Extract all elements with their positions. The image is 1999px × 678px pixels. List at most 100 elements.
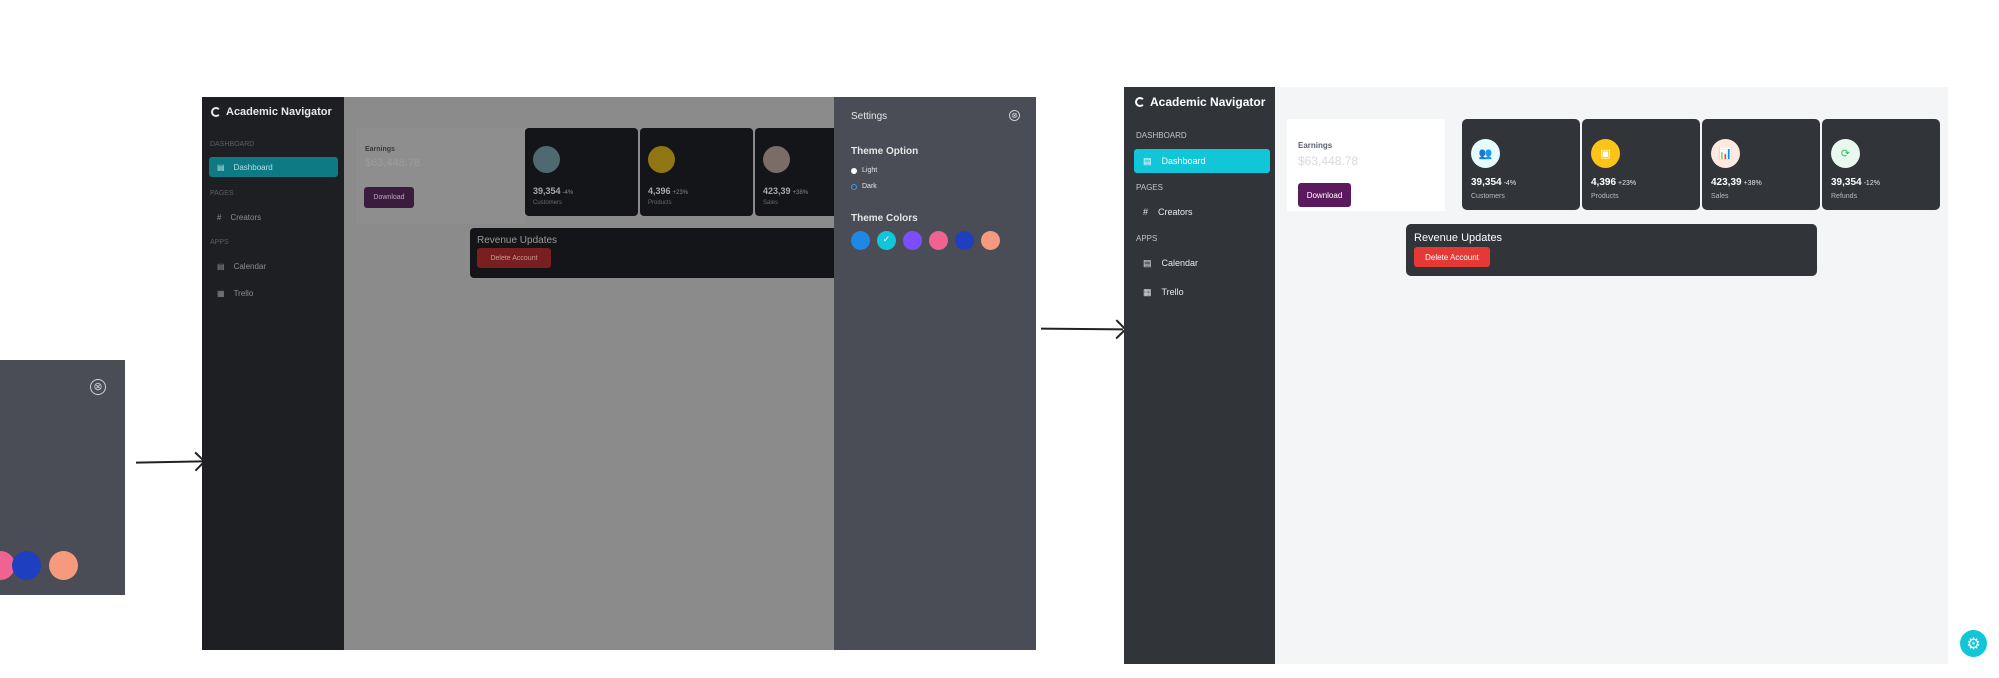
sidebar-item-label: Calendar — [233, 261, 267, 271]
close-icon[interactable]: ⊗ — [1009, 110, 1020, 121]
stat-caption: Products — [1591, 193, 1619, 200]
stat-number: 423,39 — [763, 186, 791, 196]
settings-panel: Settings ⊗ Theme Option Light Dark Theme… — [834, 97, 1036, 650]
stat-change: -4% — [562, 190, 574, 196]
stat-number: 39,354 — [1831, 177, 1862, 188]
logo-icon — [1135, 97, 1145, 107]
sidebar-item-trello[interactable]: ▦ Trello — [1134, 280, 1270, 304]
close-icon[interactable]: ⊗ — [90, 379, 106, 395]
section-pages: PAGES — [1136, 183, 1163, 192]
sidebar-item-dashboard[interactable]: ▤ Dashboard — [209, 157, 338, 177]
stat-change: +38% — [1743, 180, 1762, 187]
stat-caption: Products — [648, 200, 672, 206]
check-icon: ✓ — [882, 235, 891, 245]
sidebar-item-creators[interactable]: # Creators — [1134, 200, 1270, 224]
settings-gear-icon[interactable]: ⚙ — [1960, 630, 1987, 657]
section-pages: PAGES — [210, 190, 234, 197]
stat-change: +23% — [1618, 180, 1637, 187]
screenshot-final: Academic Navigator DASHBOARD ▤ Dashboard… — [1124, 87, 1948, 664]
bar-chart-icon — [763, 146, 790, 173]
settings-title: Settings — [851, 111, 888, 122]
radio-icon — [851, 167, 857, 174]
calendar-icon: ▤ — [1143, 155, 1152, 166]
radio-light[interactable]: Light — [851, 167, 877, 174]
sidebar-item-trello[interactable]: ▦ Trello — [209, 283, 338, 303]
radio-label: Light — [862, 167, 878, 174]
stat-number: 4,396 — [648, 186, 671, 196]
delete-account-button[interactable]: Delete Account — [477, 248, 551, 268]
calendar-icon: ▤ — [217, 162, 225, 172]
earnings-label: Earnings — [1298, 141, 1333, 150]
sidebar-item-dashboard[interactable]: ▤ Dashboard — [1134, 149, 1270, 173]
stat-change: +38% — [792, 190, 809, 196]
section-apps: APPS — [1136, 234, 1158, 243]
refresh-icon: ⟳ — [1831, 139, 1860, 168]
theme-color-pink[interactable] — [929, 231, 948, 250]
stat-caption: Sales — [763, 200, 779, 206]
theme-colors-heading: Theme Colors — [851, 213, 918, 224]
stat-number: 4,396 — [1591, 177, 1617, 188]
theme-color-cyan[interactable]: ✓ — [877, 231, 896, 250]
section-apps: APPS — [210, 239, 229, 246]
sidebar: Academic Navigator DASHBOARD ▤ Dashboard… — [1124, 87, 1275, 664]
box-icon — [648, 146, 675, 173]
radio-selected-icon — [851, 183, 857, 190]
revenue-title: Revenue Updates — [1414, 232, 1503, 244]
board-icon: ▦ — [1143, 286, 1152, 297]
radio-dark[interactable]: Dark — [851, 183, 877, 190]
sidebar-item-creators[interactable]: # Creators — [209, 207, 338, 227]
theme-option-heading: Theme Option — [851, 146, 919, 157]
calendar-icon: ▤ — [1143, 257, 1152, 268]
stat-caption: Sales — [1711, 193, 1729, 200]
app-logo[interactable]: Academic Navigator — [1135, 95, 1265, 109]
sidebar-item-label: Trello — [233, 288, 254, 298]
arrow-2 — [1040, 327, 1124, 331]
theme-color-salmon[interactable] — [49, 551, 78, 580]
sidebar-item-label: Calendar — [1161, 258, 1199, 268]
radio-label: Dark — [862, 183, 877, 190]
sidebar: Academic Navigator DASHBOARD ▤ Dashboard… — [202, 97, 344, 650]
stat-change: -12% — [1863, 180, 1880, 187]
sidebar-item-label: Creators — [1158, 207, 1193, 217]
stat-caption: Customers — [533, 200, 563, 206]
sidebar-item-calendar[interactable]: ▤ Calendar — [1134, 251, 1270, 275]
theme-color-purple[interactable] — [903, 231, 922, 250]
section-dashboard: DASHBOARD — [1136, 131, 1187, 140]
app-title: Academic Navigator — [1150, 95, 1266, 109]
stat-card-customers: 39,354 -4% Customers — [525, 128, 638, 216]
bar-chart-icon: 📊 — [1711, 139, 1740, 168]
earnings-card: Earnings $63,448.78 Download — [356, 128, 526, 224]
download-button[interactable]: Download — [364, 187, 414, 208]
theme-color-indigo[interactable] — [955, 231, 974, 250]
calendar-icon: ▤ — [217, 261, 225, 271]
download-button[interactable]: Download — [1298, 183, 1351, 207]
stat-number: 423,39 — [1711, 177, 1742, 188]
stat-change: +23% — [672, 190, 689, 196]
revenue-title: Revenue Updates — [477, 235, 558, 246]
stat-caption: Refunds — [1831, 193, 1858, 200]
delete-account-button[interactable]: Delete Account — [1414, 247, 1490, 267]
sidebar-item-calendar[interactable]: ▤ Calendar — [209, 256, 338, 276]
stat-caption: Customers — [1471, 193, 1505, 200]
hashtag-icon: # — [217, 212, 222, 222]
earnings-value: $63,448.78 — [365, 157, 421, 169]
app-title: Academic Navigator — [226, 106, 332, 118]
hashtag-icon: # — [1143, 207, 1149, 217]
revenue-updates-card: Revenue Updates Delete Account — [470, 228, 850, 278]
stat-number: 39,354 — [533, 186, 561, 196]
app-logo[interactable]: Academic Navigator — [211, 106, 332, 118]
stat-card-products: 4,396 +23% Products — [640, 128, 753, 216]
theme-color-blue[interactable] — [851, 231, 870, 250]
earnings-value: $63,448.78 — [1298, 154, 1359, 168]
theme-color-salmon[interactable] — [981, 231, 1000, 250]
users-icon: 👥 — [1471, 139, 1500, 168]
cropped-settings-panel: ⊗ — [0, 360, 125, 595]
arrow-1 — [135, 460, 203, 464]
stat-card-refunds: ⟳ 39,354 -12% Refunds — [1822, 119, 1940, 210]
theme-color-indigo[interactable] — [12, 551, 41, 580]
screenshot-dark-settings: Academic Navigator DASHBOARD ▤ Dashboard… — [202, 97, 1036, 650]
stat-card-customers: 👥 39,354 -4% Customers — [1462, 119, 1580, 210]
stat-number: 39,354 — [1471, 177, 1502, 188]
earnings-card: Earnings $63,448.78 Download — [1287, 119, 1445, 211]
users-icon — [533, 146, 560, 173]
